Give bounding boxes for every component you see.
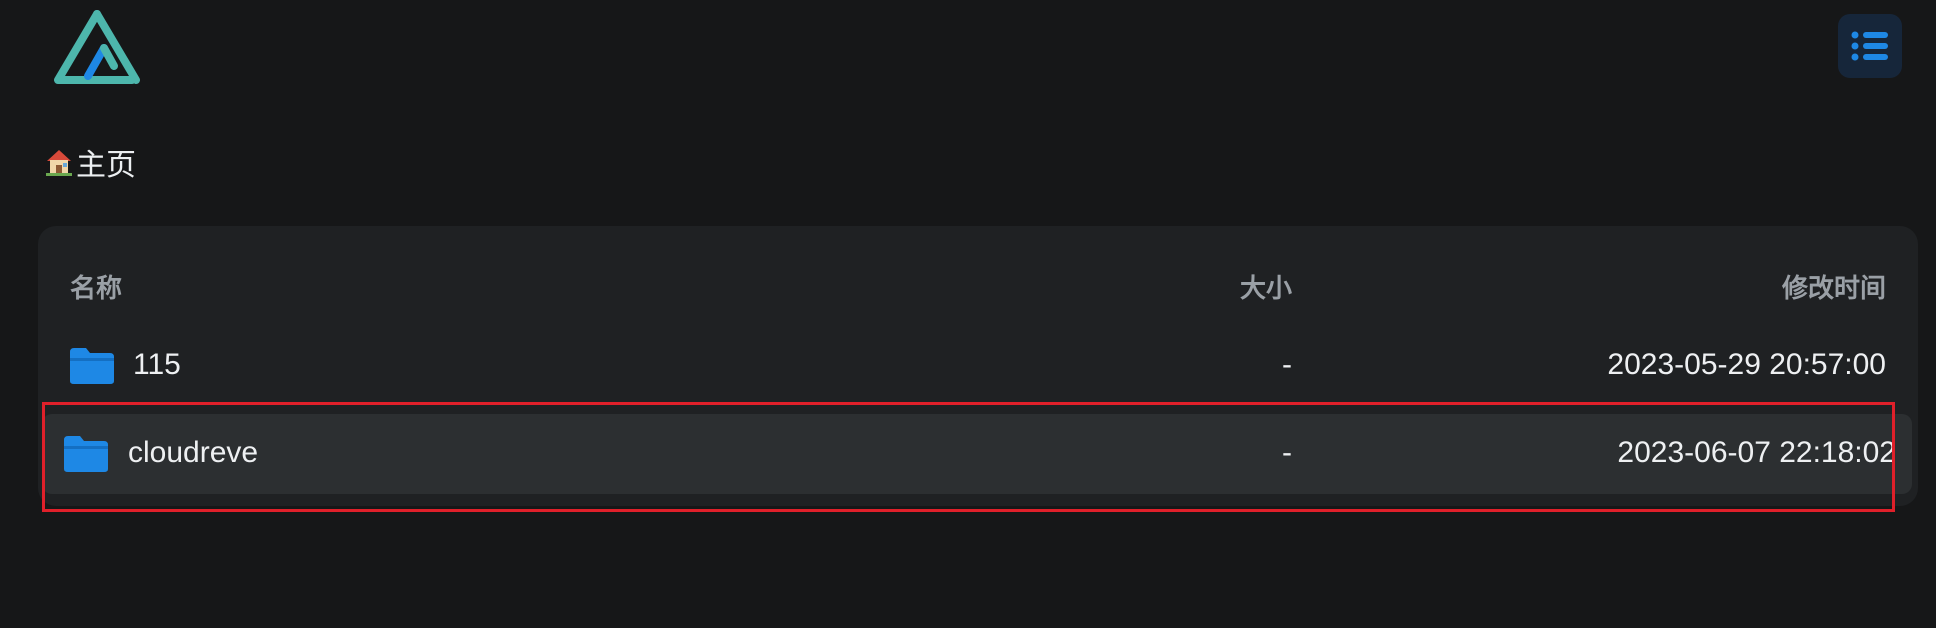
file-modified: 2023-06-07 22:18:02 <box>1617 436 1896 469</box>
menu-button[interactable] <box>1838 14 1902 78</box>
breadcrumb-home-label[interactable]: 主页 <box>76 140 136 184</box>
file-list-header: 名称 大小 修改时间 <box>38 260 1918 310</box>
file-list: 名称 大小 修改时间 115 - 2023-05-29 20:57:00 clo… <box>38 226 1918 506</box>
column-header-size[interactable]: 大小 <box>1240 268 1292 305</box>
folder-icon <box>64 436 108 472</box>
house-icon <box>46 150 72 176</box>
list-menu-icon <box>1851 31 1888 61</box>
breadcrumb[interactable]: 主页 <box>44 142 136 182</box>
file-name[interactable]: 115 <box>133 348 181 382</box>
folder-icon <box>70 348 114 384</box>
file-size: - <box>1282 348 1292 381</box>
file-name[interactable]: cloudreve <box>128 436 258 470</box>
file-row-cloudreve[interactable]: cloudreve - 2023-06-07 22:18:02 <box>42 414 1912 494</box>
file-row-115[interactable]: 115 - 2023-05-29 20:57:00 <box>38 326 1918 404</box>
column-header-name[interactable]: 名称 <box>70 268 122 305</box>
alist-logo-icon[interactable] <box>52 10 142 86</box>
file-modified: 2023-05-29 20:57:00 <box>1607 348 1886 381</box>
file-browser-page: 主页 名称 大小 修改时间 115 - 2023-05-29 20:57:00 … <box>0 0 1936 628</box>
column-header-modified[interactable]: 修改时间 <box>1782 268 1886 305</box>
file-size: - <box>1282 436 1292 469</box>
